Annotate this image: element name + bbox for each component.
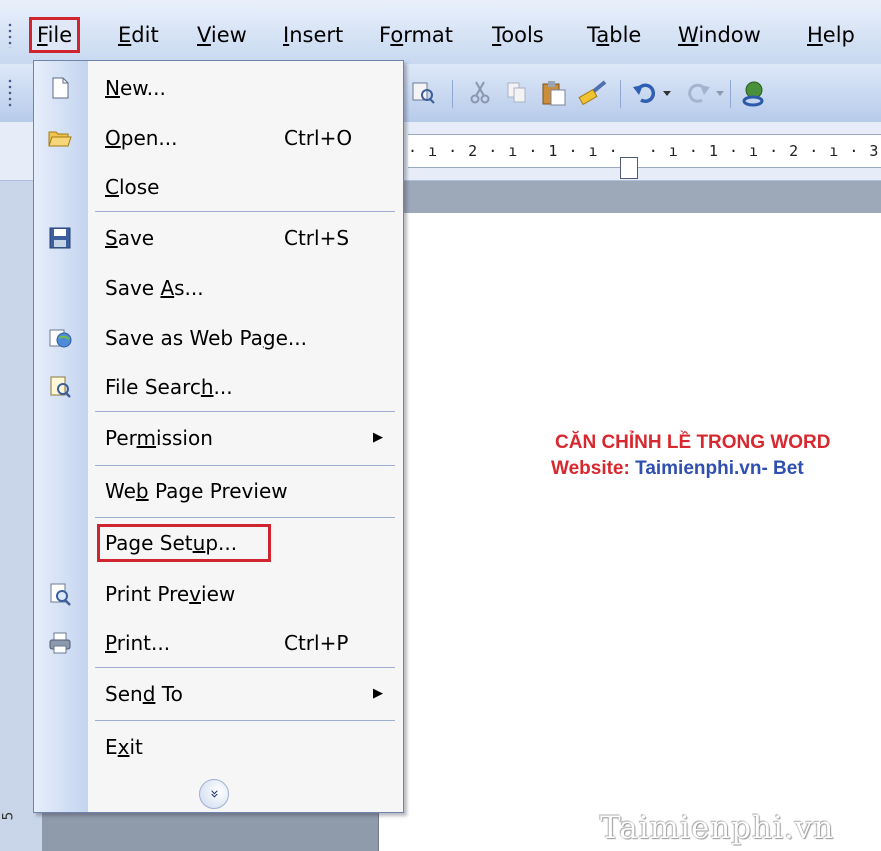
- toolbar-separator: [730, 80, 731, 108]
- web-page-icon: [49, 329, 72, 348]
- horizontal-ruler[interactable]: · ı · 2 · ı · 1 · ı · · ı · 1 · ı · 2 · …: [408, 134, 881, 168]
- menu-item-label: Send To: [105, 682, 183, 706]
- toolbar-separator: [620, 80, 621, 108]
- format-painter-icon[interactable]: [578, 79, 608, 107]
- menu-separator: [95, 411, 395, 412]
- menubar-grip-handle[interactable]: [8, 22, 12, 48]
- menu-item-exit[interactable]: Exit: [34, 722, 403, 772]
- menu-item-label: Permission: [105, 426, 213, 450]
- document-website-line: Website: Taimienphi.vn- Bet: [551, 458, 804, 480]
- menu-item-label: Print...: [105, 631, 171, 655]
- menu-item-close[interactable]: Close: [34, 162, 403, 212]
- menu-item-print[interactable]: Print... Ctrl+P: [34, 618, 403, 668]
- menu-item-save-as[interactable]: Save As...: [34, 263, 403, 313]
- new-document-icon: [52, 77, 69, 99]
- expand-menu-chevron-icon[interactable]: »: [199, 779, 229, 809]
- watermark-logo: Taimienphi.vn: [600, 810, 835, 846]
- toolbar-separator: [452, 80, 453, 108]
- menu-item-open[interactable]: Open... Ctrl+O: [34, 113, 403, 163]
- redo-icon[interactable]: [685, 79, 711, 105]
- redo-dropdown-icon[interactable]: [714, 79, 726, 105]
- undo-dropdown-icon[interactable]: [661, 79, 673, 105]
- menu-item-label: Save As...: [105, 276, 204, 300]
- menu-item-label: File Search...: [105, 375, 233, 399]
- menu-separator: [95, 720, 395, 721]
- menu-table[interactable]: Table: [580, 18, 648, 52]
- menu-view[interactable]: View: [190, 18, 254, 52]
- cut-icon[interactable]: [468, 79, 492, 105]
- document-page[interactable]: [378, 213, 881, 851]
- menu-insert[interactable]: Insert: [276, 18, 350, 52]
- menu-item-label: Close: [105, 175, 160, 199]
- hyperlink-icon[interactable]: [740, 79, 770, 109]
- word-window: File Edit View Insert Format Tools Table…: [0, 0, 881, 851]
- printer-icon: [49, 632, 71, 654]
- menu-item-label: New...: [105, 76, 166, 100]
- website-value: Taimienphi.vn- Bet: [635, 458, 804, 479]
- save-disk-icon: [49, 227, 71, 249]
- document-title: CĂN CHỈNH LỀ TRONG WORD: [555, 432, 831, 453]
- toolbar-grip-handle[interactable]: [8, 78, 12, 108]
- menu-window[interactable]: Window: [671, 18, 768, 52]
- copy-icon[interactable]: [505, 79, 529, 105]
- file-search-icon: [50, 376, 71, 398]
- undo-icon[interactable]: [632, 79, 658, 105]
- menu-item-label: Exit: [105, 735, 143, 759]
- menu-item-send-to[interactable]: Send To ▶: [34, 669, 403, 719]
- menu-item-save-as-web-page[interactable]: Save as Web Page...: [34, 313, 403, 363]
- menu-item-web-page-preview[interactable]: Web Page Preview: [34, 466, 403, 516]
- submenu-arrow-icon: ▶: [373, 686, 383, 701]
- page-setup-highlight-box: [97, 524, 271, 562]
- menu-item-save[interactable]: Save Ctrl+S: [34, 213, 403, 263]
- menu-item-label: Open...: [105, 126, 178, 150]
- menu-item-new[interactable]: New...: [34, 63, 403, 113]
- website-label: Website:: [551, 458, 630, 479]
- menu-item-label: Save as Web Page...: [105, 326, 307, 350]
- menu-format[interactable]: Format: [372, 18, 460, 52]
- menu-separator: [95, 211, 395, 212]
- paste-icon[interactable]: [540, 79, 568, 107]
- menu-item-label: Web Page Preview: [105, 479, 288, 503]
- menu-item-shortcut: Ctrl+P: [284, 631, 349, 655]
- vertical-ruler-label: 5: [0, 811, 17, 821]
- file-menu-dropdown: New... Open... Ctrl+O Close Save Ctrl+S …: [33, 60, 404, 813]
- menu-tools[interactable]: Tools: [485, 18, 551, 52]
- menu-separator: [95, 667, 395, 668]
- menu-item-permission[interactable]: Permission ▶: [34, 413, 403, 463]
- menu-file[interactable]: File: [29, 17, 81, 53]
- menu-edit[interactable]: Edit: [111, 18, 166, 52]
- print-preview-icon: [50, 583, 71, 606]
- research-icon[interactable]: [410, 79, 436, 105]
- open-folder-icon: [48, 131, 72, 147]
- menu-item-shortcut: Ctrl+S: [284, 226, 350, 250]
- menu-item-shortcut: Ctrl+O: [284, 126, 353, 150]
- menu-bar: File Edit View Insert Format Tools Table…: [0, 0, 881, 65]
- menu-item-label: Save: [105, 226, 155, 250]
- menu-help[interactable]: Help: [800, 18, 862, 52]
- menu-item-print-preview[interactable]: Print Preview: [34, 569, 403, 619]
- menu-item-label: Print Preview: [105, 582, 236, 606]
- menu-item-file-search[interactable]: File Search...: [34, 362, 403, 412]
- submenu-arrow-icon: ▶: [373, 430, 383, 445]
- indent-marker-icon[interactable]: [620, 157, 638, 179]
